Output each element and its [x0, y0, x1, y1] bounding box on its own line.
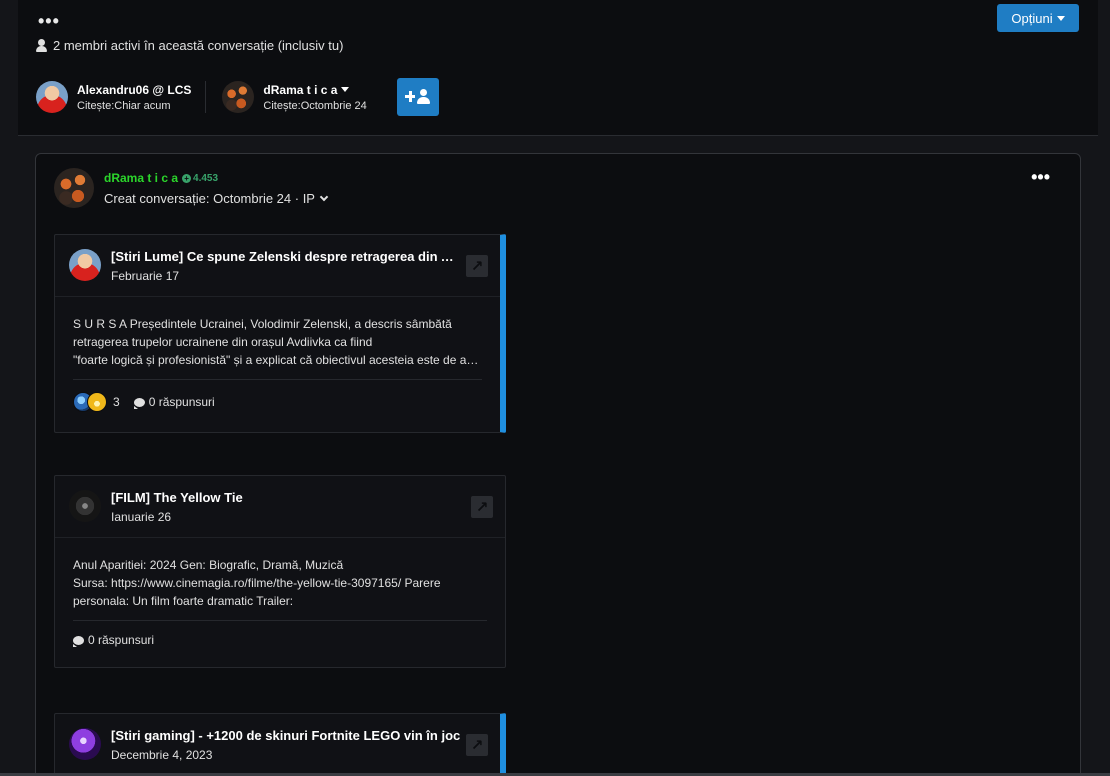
active-members-text: 2 membri activi în această conversație (…	[53, 38, 344, 53]
avatar[interactable]	[222, 81, 255, 113]
author-avatar[interactable]	[54, 168, 94, 208]
embed-excerpt: S U R S A Președintele Ucrainei, Volodim…	[73, 315, 482, 369]
excerpt-line: Sursa: https://www.cinemagia.ro/filme/th…	[73, 576, 441, 590]
embed-header: [FILM] The Yellow Tie Ianuarie 26 ↗	[55, 476, 505, 538]
add-participant-button[interactable]	[396, 78, 439, 116]
reaction-count: 3	[113, 395, 120, 409]
more-actions-button[interactable]: •••	[38, 12, 60, 30]
reputation-badge[interactable]: + 4.453	[182, 173, 218, 184]
embed-excerpt: Anul Aparitiei: 2024 Gen: Biografic, Dra…	[73, 556, 487, 610]
excerpt-line: Anul Aparitiei: 2024 Gen: Biografic, Dra…	[73, 558, 344, 572]
embed-card[interactable]: [Stiri gaming] - +1200 de skinuri Fortni…	[54, 713, 506, 776]
conversation-post: ••• dRama t i c a + 4.453 Creat conversa…	[35, 153, 1081, 776]
haha-reaction-icon	[87, 392, 107, 412]
participant-status: Citește:Chiar acum	[77, 99, 171, 112]
excerpt-line: retragerea trupelor ucrainene din orașul…	[73, 335, 373, 349]
embed-footer: 3 0 răspunsuri	[73, 379, 482, 432]
post-meta: Creat conversație: Octombrie 24 · IP	[104, 191, 329, 206]
options-button[interactable]: Opțiuni	[997, 4, 1079, 32]
excerpt-line: S U R S A Președintele Ucrainei, Volodim…	[73, 317, 452, 331]
caret-down-icon	[1056, 15, 1065, 21]
user-icon	[36, 39, 47, 52]
external-link-icon[interactable]: ↗	[466, 734, 488, 756]
embed-title[interactable]: [FILM] The Yellow Tie	[111, 490, 243, 505]
participant-name[interactable]: dRama t i c a	[263, 83, 366, 97]
participant-name[interactable]: Alexandru06 @ LCS	[77, 83, 191, 97]
embed-title[interactable]: [Stiri gaming] - +1200 de skinuri Fortni…	[111, 728, 460, 743]
caret-down-icon[interactable]	[341, 87, 350, 92]
embed-header: [Stiri Lume] Ce spune Zelenski despre re…	[55, 235, 500, 297]
participant-item[interactable]: dRama t i c a Citește:Octombrie 24	[205, 81, 380, 113]
post-more-button[interactable]: •••	[1031, 168, 1050, 186]
avatar[interactable]	[69, 490, 101, 522]
active-members-line: 2 membri activi în această conversație (…	[36, 38, 343, 53]
participant-status: Citește:Octombrie 24	[263, 99, 367, 112]
post-author: dRama t i c a + 4.453 Creat conversație:…	[54, 168, 329, 208]
reputation-value: 4.453	[193, 172, 219, 184]
comment-icon	[73, 635, 84, 647]
plus-circle-icon: +	[182, 173, 192, 183]
author-name-link[interactable]: dRama t i c a	[104, 171, 178, 185]
reactions[interactable]: 3	[73, 392, 120, 412]
excerpt-line: personala: Un film foarte dramatic Trail…	[73, 594, 294, 608]
avatar[interactable]	[69, 728, 101, 760]
created-text: Creat conversație: Octombrie 24 · IP	[104, 191, 315, 206]
replies-count: 0 răspunsuri	[133, 395, 215, 409]
embed-date: Ianuarie 26	[111, 510, 172, 524]
excerpt-line: "foarte logică și profesionistă" și a ex…	[73, 353, 481, 367]
embed-card[interactable]: [Stiri Lume] Ce spune Zelenski despre re…	[54, 234, 506, 433]
external-link-icon[interactable]: ↗	[466, 255, 488, 277]
options-label: Opțiuni	[1011, 10, 1053, 26]
participants-list: Alexandru06 @ LCS Citește:Chiar acum dRa…	[36, 78, 439, 116]
embed-card[interactable]: [FILM] The Yellow Tie Ianuarie 26 ↗ Anul…	[54, 475, 506, 668]
chevron-down-icon[interactable]	[319, 192, 329, 201]
conversation-header: ••• 2 membri activi în această conversaț…	[18, 0, 1098, 136]
embed-date: Decembrie 4, 2023	[111, 748, 213, 762]
external-link-icon[interactable]: ↗	[471, 496, 493, 518]
embed-date: Februarie 17	[111, 269, 180, 283]
participant-item[interactable]: Alexandru06 @ LCS Citește:Chiar acum	[36, 81, 205, 113]
avatar[interactable]	[36, 81, 68, 113]
embed-title[interactable]: [Stiri Lume] Ce spune Zelenski despre re…	[111, 249, 461, 264]
replies-count: 0 răspunsuri	[73, 633, 154, 647]
avatar[interactable]	[69, 249, 101, 281]
add-user-icon	[404, 89, 431, 105]
embed-footer: 0 răspunsuri	[73, 620, 487, 667]
embed-header: [Stiri gaming] - +1200 de skinuri Fortni…	[55, 714, 500, 776]
comment-icon	[133, 397, 145, 409]
